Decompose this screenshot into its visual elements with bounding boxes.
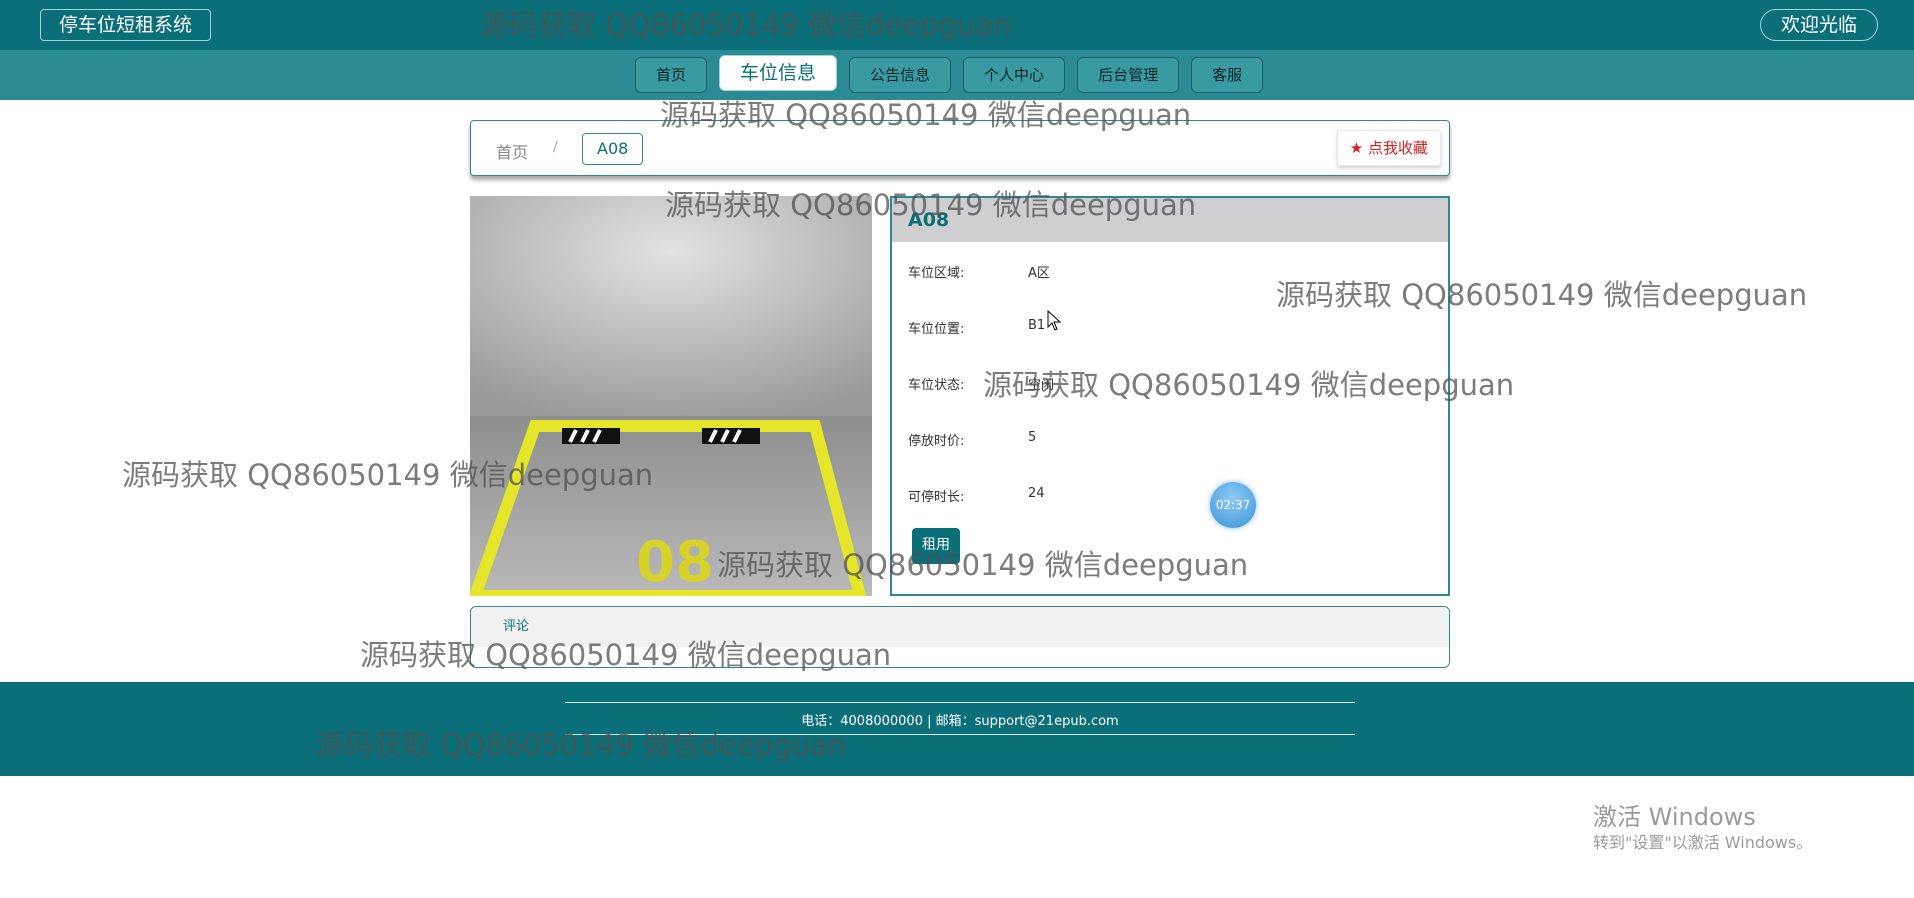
- field-duration-label: 可停时长:: [908, 490, 965, 505]
- parking-spot-photo: 08: [470, 196, 872, 596]
- field-duration-value: 24: [1028, 486, 1045, 501]
- field-status-value: 空闲: [1028, 378, 1055, 393]
- field-area-label: 车位区域:: [908, 266, 965, 281]
- mouse-cursor-icon: [1047, 310, 1062, 331]
- nav-parking-info[interactable]: 车位信息: [719, 55, 838, 91]
- field-area-value: A区: [1028, 266, 1050, 281]
- field-status-label: 车位状态:: [908, 378, 965, 393]
- favorite-label: 点我收藏: [1367, 139, 1428, 157]
- favorite-button[interactable]: ★ 点我收藏: [1336, 130, 1441, 166]
- comment-section: 评论: [470, 606, 1450, 668]
- footer-divider-bottom: [565, 734, 1355, 735]
- spot-title: A08: [892, 198, 1448, 242]
- breadcrumb-separator: /: [553, 139, 558, 155]
- spot-number: 08: [636, 530, 714, 595]
- field-price-label: 停放时价:: [908, 434, 965, 449]
- footer-divider-top: [565, 702, 1355, 703]
- nav-home[interactable]: 首页: [635, 57, 708, 93]
- breadcrumb-home[interactable]: 首页: [496, 139, 528, 163]
- star-icon: ★: [1349, 139, 1364, 157]
- nav-customer-service[interactable]: 客服: [1191, 57, 1264, 93]
- breadcrumb: 首页 / A08 ★ 点我收藏: [470, 120, 1450, 176]
- rent-button[interactable]: 租用: [912, 528, 960, 564]
- timer-badge[interactable]: 02:37: [1210, 482, 1256, 528]
- nav-personal-center[interactable]: 个人中心: [963, 57, 1066, 93]
- tab-comments[interactable]: 评论: [471, 607, 1449, 647]
- footer: 电话：4008000000 | 邮箱：support@21epub.com: [0, 682, 1914, 776]
- windows-activation-title: 激活 Windows: [1593, 803, 1756, 831]
- windows-activation-subtitle: 转到"设置"以激活 Windows。: [1593, 833, 1813, 852]
- main-nav: 首页 车位信息 公告信息 个人中心 后台管理 客服: [0, 50, 1914, 100]
- field-location-label: 车位位置:: [908, 322, 965, 337]
- nav-admin[interactable]: 后台管理: [1077, 57, 1180, 93]
- top-bar: 停车位短租系统 欢迎光临: [0, 0, 1914, 50]
- welcome-badge[interactable]: 欢迎光临: [1759, 9, 1878, 41]
- spot-detail-panel: A08 车位区域: A区 车位位置: B1 车位状态: 空闲 停放时价: 5 可…: [890, 196, 1450, 596]
- field-price-value: 5: [1028, 430, 1037, 445]
- site-brand[interactable]: 停车位短租系统: [40, 9, 212, 41]
- breadcrumb-current[interactable]: A08: [582, 133, 644, 165]
- footer-contact: 电话：4008000000 | 邮箱：support@21epub.com: [801, 714, 1119, 729]
- nav-announcements[interactable]: 公告信息: [849, 57, 952, 93]
- parking-photo-illustration: 08: [470, 196, 872, 596]
